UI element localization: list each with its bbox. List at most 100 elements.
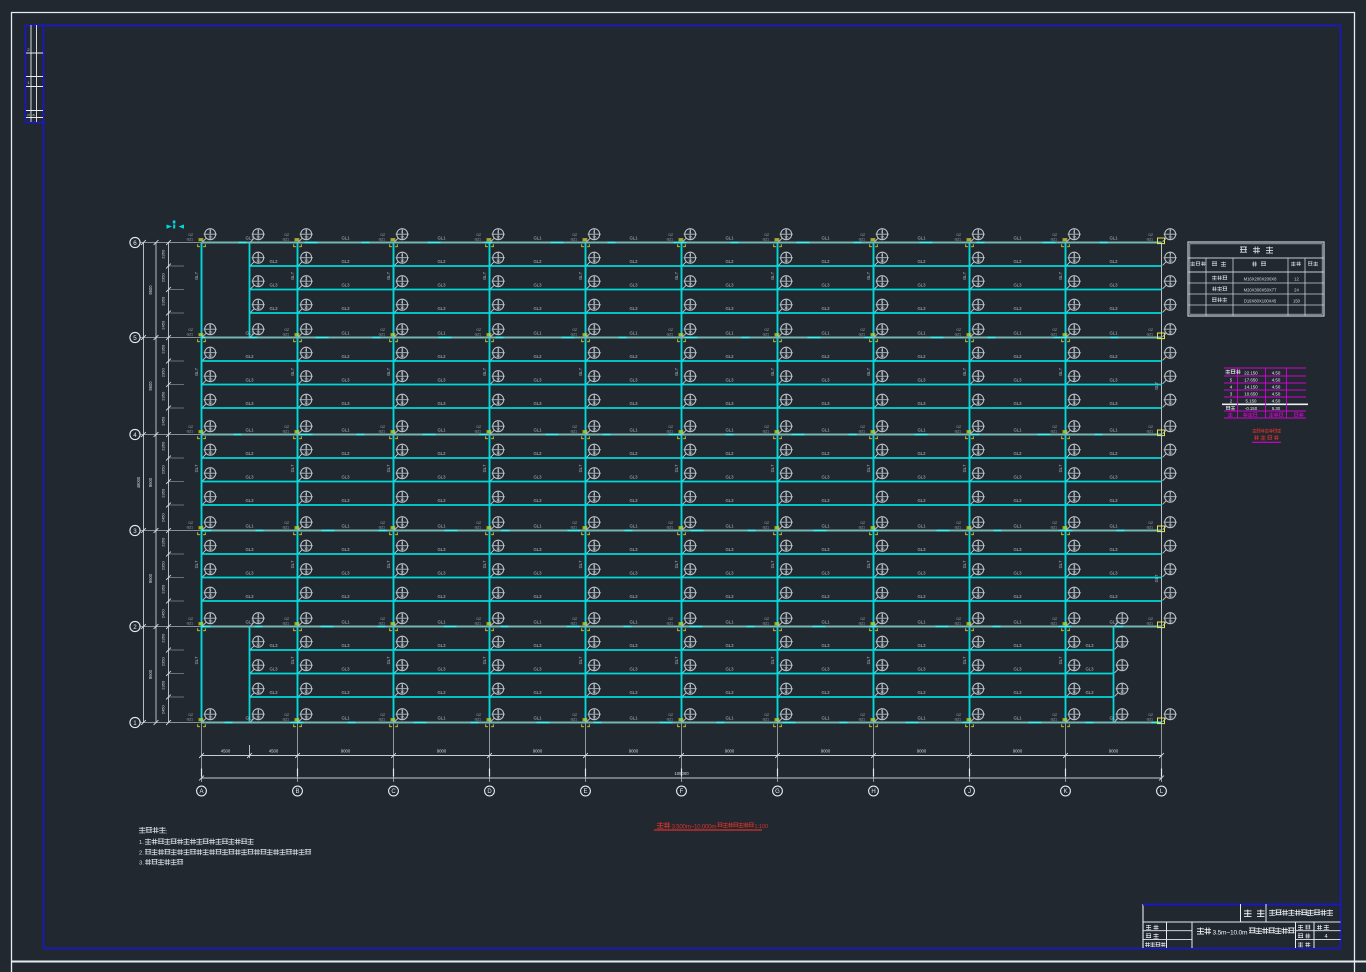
svg-text:B: B: [295, 789, 299, 795]
svg-text:GL3: GL3: [269, 306, 278, 311]
svg-text:H: H: [871, 789, 875, 795]
svg-text:GL7: GL7: [386, 656, 391, 664]
svg-text:GZ: GZ: [956, 617, 961, 621]
svg-text:GL2: GL2: [245, 354, 254, 359]
svg-text:16: 16: [976, 666, 981, 671]
svg-text:16: 16: [400, 305, 405, 310]
svg-text:GL3: GL3: [917, 283, 926, 288]
svg-text:16: 16: [496, 353, 501, 358]
svg-text:GZ1: GZ1: [475, 717, 482, 721]
svg-text:GL3: GL3: [821, 283, 830, 288]
svg-text:GZ1: GZ1: [379, 525, 386, 529]
svg-text:GL1: GL1: [821, 524, 830, 529]
svg-text:16: 16: [400, 235, 405, 240]
svg-text:GL1: GL1: [1109, 428, 1118, 433]
svg-text:GL1: GL1: [1013, 524, 1022, 529]
svg-text:13: 13: [1168, 715, 1173, 720]
svg-text:GL3: GL3: [1013, 401, 1022, 406]
svg-text:GZ1: GZ1: [1147, 332, 1154, 336]
svg-text:16: 16: [496, 427, 501, 432]
svg-text:16: 16: [688, 282, 693, 287]
svg-text:16: 16: [976, 523, 981, 528]
svg-text:3.5m~10.0m: 3.5m~10.0m: [1213, 930, 1249, 937]
svg-text:16: 16: [400, 258, 405, 263]
svg-text:GL3: GL3: [245, 571, 254, 576]
svg-text:GZ1: GZ1: [1147, 621, 1154, 625]
svg-text:16: 16: [784, 377, 789, 382]
svg-text:16: 16: [688, 330, 693, 335]
svg-text:2350: 2350: [161, 368, 166, 378]
svg-text:GL3: GL3: [533, 498, 542, 503]
svg-text:K: K: [1063, 789, 1067, 795]
svg-text:16: 16: [688, 619, 693, 624]
svg-text:GL1: GL1: [821, 236, 830, 241]
svg-text:GZ: GZ: [1148, 328, 1153, 332]
svg-text:16: 16: [496, 474, 501, 479]
svg-text:GL7: GL7: [482, 271, 487, 279]
svg-text:1.: 1.: [139, 840, 144, 846]
svg-text:GZ: GZ: [1148, 617, 1153, 621]
svg-text:GZ1: GZ1: [859, 237, 866, 241]
svg-text:GZ: GZ: [572, 425, 577, 429]
svg-text:GZ: GZ: [668, 617, 673, 621]
svg-text:16: 16: [1072, 427, 1077, 432]
svg-text:16: 16: [976, 353, 981, 358]
svg-text:GL2: GL2: [245, 451, 254, 456]
svg-text:GZ1: GZ1: [1147, 717, 1154, 721]
svg-text:9000: 9000: [1013, 749, 1023, 754]
svg-text:13: 13: [208, 377, 213, 382]
svg-text:GL7: GL7: [386, 367, 391, 375]
svg-text:GL2: GL2: [821, 259, 830, 264]
svg-text:16: 16: [496, 235, 501, 240]
svg-text:16: 16: [400, 666, 405, 671]
svg-text:13: 13: [304, 666, 309, 671]
svg-text:GL2: GL2: [821, 451, 830, 456]
svg-text:GZ1: GZ1: [667, 717, 674, 721]
svg-text:GZ1: GZ1: [955, 237, 962, 241]
svg-text:GL3: GL3: [917, 378, 926, 383]
svg-text:GZ: GZ: [860, 521, 865, 525]
svg-text:D: D: [487, 789, 492, 795]
svg-text:GZ: GZ: [188, 233, 193, 237]
svg-text:GL3: GL3: [629, 498, 638, 503]
svg-text:GZ1: GZ1: [571, 429, 578, 433]
svg-text:16: 16: [1072, 593, 1077, 598]
svg-text:16: 16: [592, 593, 597, 598]
svg-text:GL3: GL3: [437, 690, 446, 695]
svg-text:GL1: GL1: [533, 331, 542, 336]
svg-text:GZ1: GZ1: [379, 717, 386, 721]
svg-text:13: 13: [1168, 497, 1173, 502]
svg-text:16: 16: [880, 400, 885, 405]
svg-text:GZ: GZ: [188, 425, 193, 429]
svg-text:16: 16: [1072, 235, 1077, 240]
svg-text:13: 13: [208, 619, 213, 624]
svg-text:16: 16: [976, 305, 981, 310]
svg-text:GZ: GZ: [764, 521, 769, 525]
svg-text:16: 16: [784, 474, 789, 479]
svg-text:9600: 9600: [148, 477, 153, 487]
svg-text:1:100: 1:100: [755, 824, 769, 830]
svg-text:GL3: GL3: [533, 401, 542, 406]
svg-text:GL3: GL3: [245, 498, 254, 503]
svg-text:GL3: GL3: [341, 306, 350, 311]
svg-text:GZ1: GZ1: [763, 621, 770, 625]
svg-text:4500: 4500: [269, 749, 279, 754]
svg-text:E: E: [583, 789, 587, 795]
svg-text:GL7: GL7: [386, 560, 391, 568]
svg-text:GZ1: GZ1: [1051, 525, 1058, 529]
svg-text:GL3: GL3: [1013, 643, 1022, 648]
svg-text:GL3: GL3: [269, 643, 278, 648]
svg-text:13: 13: [1120, 619, 1125, 624]
svg-text:GL3: GL3: [917, 594, 926, 599]
svg-text:GL3: GL3: [725, 475, 734, 480]
svg-text:4.50: 4.50: [1272, 392, 1281, 397]
svg-text:13: 13: [256, 305, 261, 310]
svg-text:GL7: GL7: [962, 656, 967, 664]
svg-text:3: 3: [133, 528, 137, 535]
svg-text:GL7: GL7: [770, 367, 775, 375]
svg-text:GL3: GL3: [245, 594, 254, 599]
svg-text:GL3: GL3: [821, 475, 830, 480]
svg-text:16: 16: [688, 570, 693, 575]
svg-text:GZ: GZ: [476, 425, 481, 429]
svg-text:GL2: GL2: [1013, 354, 1022, 359]
